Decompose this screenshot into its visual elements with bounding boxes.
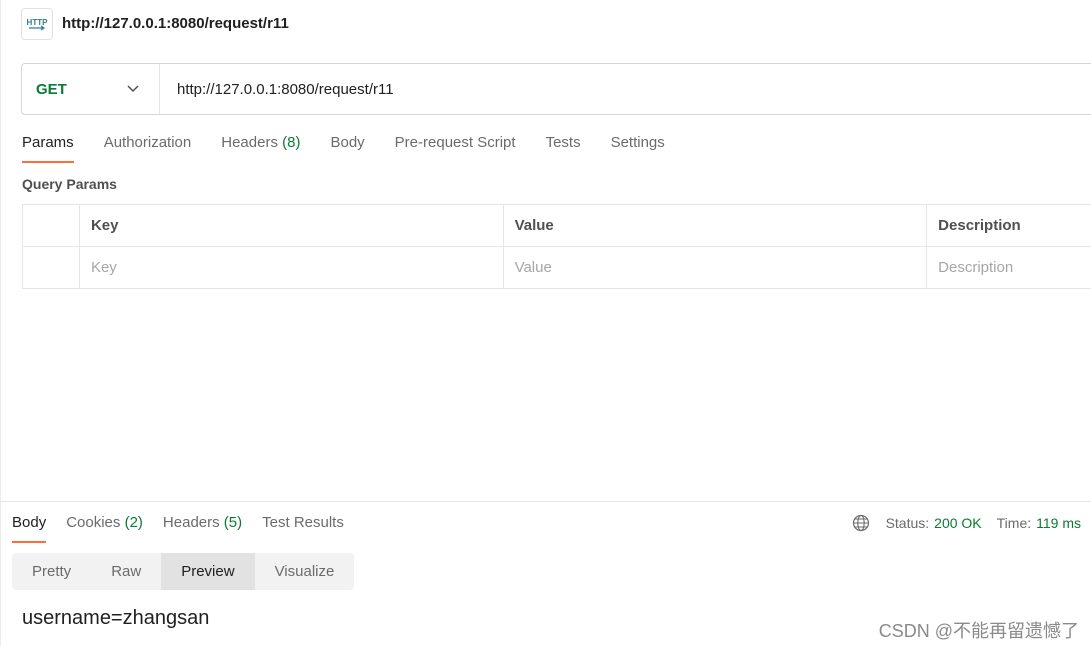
tab-count: (8) — [282, 134, 301, 151]
tab-count: (2) — [124, 514, 143, 531]
tab-label: Body — [330, 134, 365, 151]
view-visualize[interactable]: Visualize — [255, 553, 355, 590]
key-input[interactable]: Key — [80, 247, 504, 288]
status-value[interactable]: 200 OK — [934, 515, 981, 531]
tab-label: Headers — [221, 134, 278, 151]
query-params-title: Query Params — [22, 176, 117, 192]
url-bar: GET http://127.0.0.1:8080/request/r11 — [21, 63, 1091, 115]
chevron-down-icon — [127, 85, 139, 93]
tab-headers[interactable]: Headers (8) — [221, 133, 300, 163]
status-label: Status: — [885, 515, 930, 531]
tab-pre-request-script[interactable]: Pre-request Script — [395, 133, 516, 163]
params-table: Key Value Description Key Value Descript… — [22, 204, 1091, 289]
tab-label: Pre-request Script — [394, 134, 516, 151]
response-tab-headers[interactable]: Headers (5) — [163, 513, 242, 543]
response-tab-test-results[interactable]: Test Results — [262, 513, 344, 543]
checkbox-column-header — [23, 205, 80, 246]
tab-params[interactable]: Params — [22, 133, 74, 163]
column-header-value: Value — [504, 205, 928, 246]
table-header-row: Key Value Description — [23, 205, 1091, 247]
response-divider[interactable] — [0, 501, 1091, 502]
request-title[interactable]: http://127.0.0.1:8080/request/r11 — [62, 15, 289, 32]
watermark: CSDN @不能再留遗憾了 — [878, 621, 1079, 641]
tab-label: Params — [22, 134, 74, 151]
tab-tests[interactable]: Tests — [546, 133, 581, 163]
method-select[interactable]: GET — [22, 64, 160, 114]
tab-body[interactable]: Body — [330, 133, 364, 163]
response-tabs: Body Cookies (2) Headers (5) Test Result… — [12, 513, 364, 543]
view-pretty[interactable]: Pretty — [12, 553, 91, 590]
response-body: username=zhangsan — [22, 607, 210, 629]
url-input[interactable]: http://127.0.0.1:8080/request/r11 — [177, 81, 394, 98]
column-header-description: Description — [927, 205, 1091, 246]
response-status-bar: Status: 200 OK Time: 119 ms — [852, 513, 1081, 533]
response-tab-body[interactable]: Body — [12, 513, 47, 543]
tab-label: Authorization — [103, 134, 192, 151]
tab-settings[interactable]: Settings — [611, 133, 665, 163]
view-preview[interactable]: Preview — [161, 553, 255, 590]
method-label: GET — [36, 80, 67, 98]
value-input[interactable]: Value — [504, 247, 928, 288]
tab-label: Headers — [162, 514, 220, 531]
tab-label: Settings — [610, 134, 665, 151]
table-row: Key Value Description — [23, 247, 1091, 289]
response-tab-cookies[interactable]: Cookies (2) — [66, 513, 143, 543]
tab-authorization[interactable]: Authorization — [104, 133, 192, 163]
panel-edge — [0, 0, 1, 646]
tab-label: Body — [12, 514, 47, 531]
svg-text:HTTP: HTTP — [27, 18, 49, 27]
tab-label: Cookies — [66, 514, 121, 531]
tab-count: (5) — [223, 514, 243, 531]
tab-label: Test Results — [262, 514, 344, 531]
request-tabs: Params Authorization Headers (8) Body Pr… — [22, 133, 695, 165]
tab-label: Tests — [545, 134, 581, 151]
request-header: HTTP http://127.0.0.1:8080/request/r11 — [21, 7, 289, 40]
view-mode-selector: Pretty Raw Preview Visualize — [12, 553, 355, 590]
column-header-key: Key — [80, 205, 504, 246]
globe-icon[interactable] — [852, 514, 870, 532]
http-icon: HTTP — [21, 7, 53, 40]
time-label: Time: — [996, 515, 1032, 531]
time-value[interactable]: 119 ms — [1036, 515, 1081, 531]
view-raw[interactable]: Raw — [91, 553, 161, 590]
description-input[interactable]: Description — [927, 247, 1091, 288]
row-checkbox-cell — [23, 247, 80, 288]
